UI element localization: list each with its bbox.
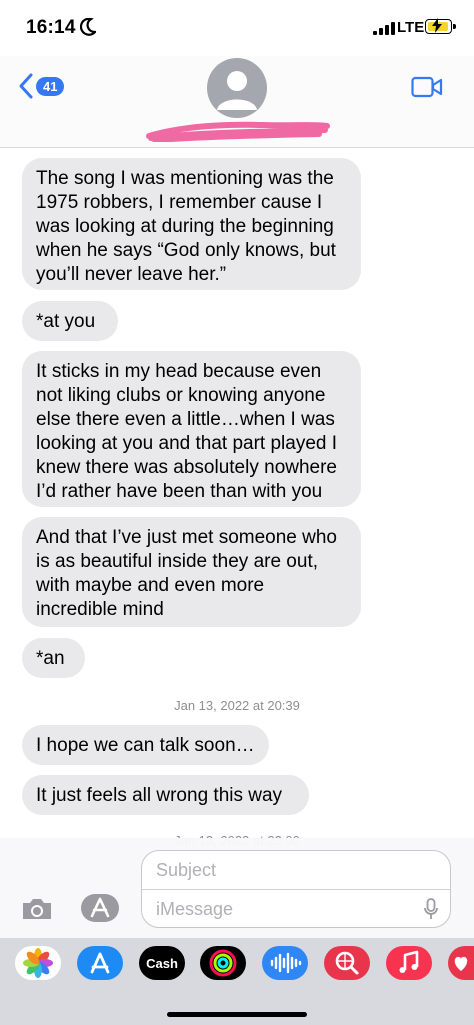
chevron-left-icon [19, 73, 33, 99]
message-bubble[interactable]: The song I was mentioning was the 1975 r… [22, 158, 361, 290]
message-line: It just feels all wrong this way [36, 785, 283, 806]
app-store-icon[interactable] [77, 946, 123, 980]
unread-count-badge: 41 [36, 76, 65, 96]
message-line: And that I’ve just met someone who [36, 527, 337, 548]
back-button[interactable]: 41 [18, 72, 65, 100]
message-bubble[interactable]: It just feels all wrong this way [22, 775, 309, 815]
message-bubble[interactable]: *an [22, 638, 85, 678]
moon-icon [80, 18, 96, 36]
message-line: *an [36, 648, 65, 669]
web-search-icon[interactable] [324, 946, 370, 980]
field-divider [142, 889, 450, 890]
cash-label: Cash [146, 955, 178, 971]
message-bubble[interactable]: It sticks in my head because even not li… [22, 351, 361, 507]
conversation-header: 41 [0, 56, 474, 148]
contact-avatar[interactable] [207, 58, 267, 118]
digital-touch-icon[interactable] [448, 946, 474, 980]
apps-button-icon[interactable] [80, 893, 120, 923]
message-line: when he says “God only knows, but [36, 240, 336, 261]
photos-icon[interactable] [15, 946, 61, 980]
message-line: is as beautiful inside they are out, [36, 551, 319, 572]
message-line: else there even a little…when I was [36, 409, 335, 430]
battery-icon [425, 18, 456, 34]
status-time: 16:14 [26, 17, 76, 38]
message-line: incredible mind [36, 599, 164, 620]
microphone-icon[interactable] [424, 898, 438, 920]
message-line: I hope we can talk soon… [36, 735, 255, 756]
message-line: I’d rather have been than with you [36, 481, 323, 502]
music-icon[interactable] [386, 946, 432, 980]
person-icon [217, 71, 257, 110]
message-bubble[interactable]: *at you [22, 301, 118, 341]
message-timestamp: Jan 13, 2022 at 20:39 [174, 698, 300, 713]
message-line: knew there was absolutely nowhere [36, 457, 338, 478]
message-line: looking at you and that part played I [36, 433, 338, 454]
message-input[interactable]: Subject iMessage [141, 850, 451, 928]
activity-icon[interactable] [200, 946, 246, 980]
message-line: you’ll never leave her.” [36, 264, 227, 285]
status-bar: 16:14 LTE [0, 0, 474, 56]
message-line: not liking clubs or knowing anyone [36, 385, 326, 406]
message-line: *at you [36, 311, 96, 332]
compose-bar: Subject iMessage [0, 838, 474, 938]
imessage-field[interactable]: iMessage [156, 899, 233, 920]
message-bubble[interactable]: And that I’ve just met someone who is as… [22, 517, 361, 627]
camera-icon[interactable] [20, 896, 54, 922]
home-indicator [167, 1012, 307, 1017]
cellular-signal-icon [373, 22, 395, 35]
audio-message-icon[interactable] [262, 946, 308, 980]
message-line: 1975 robbers, I remember cause I [36, 192, 323, 213]
network-type: LTE [397, 19, 425, 36]
message-line: It sticks in my head because even [36, 361, 322, 382]
video-call-icon[interactable] [411, 76, 443, 98]
message-line: with maybe and even more [36, 575, 265, 596]
redacted-contact-name [146, 121, 330, 142]
message-bubble[interactable]: I hope we can talk soon… [22, 725, 269, 765]
message-line: The song I was mentioning was the [36, 168, 334, 189]
apple-cash-icon[interactable]: Cash [139, 946, 185, 980]
subject-field[interactable]: Subject [156, 860, 216, 881]
message-line: was looking at during the beginning [36, 216, 334, 237]
